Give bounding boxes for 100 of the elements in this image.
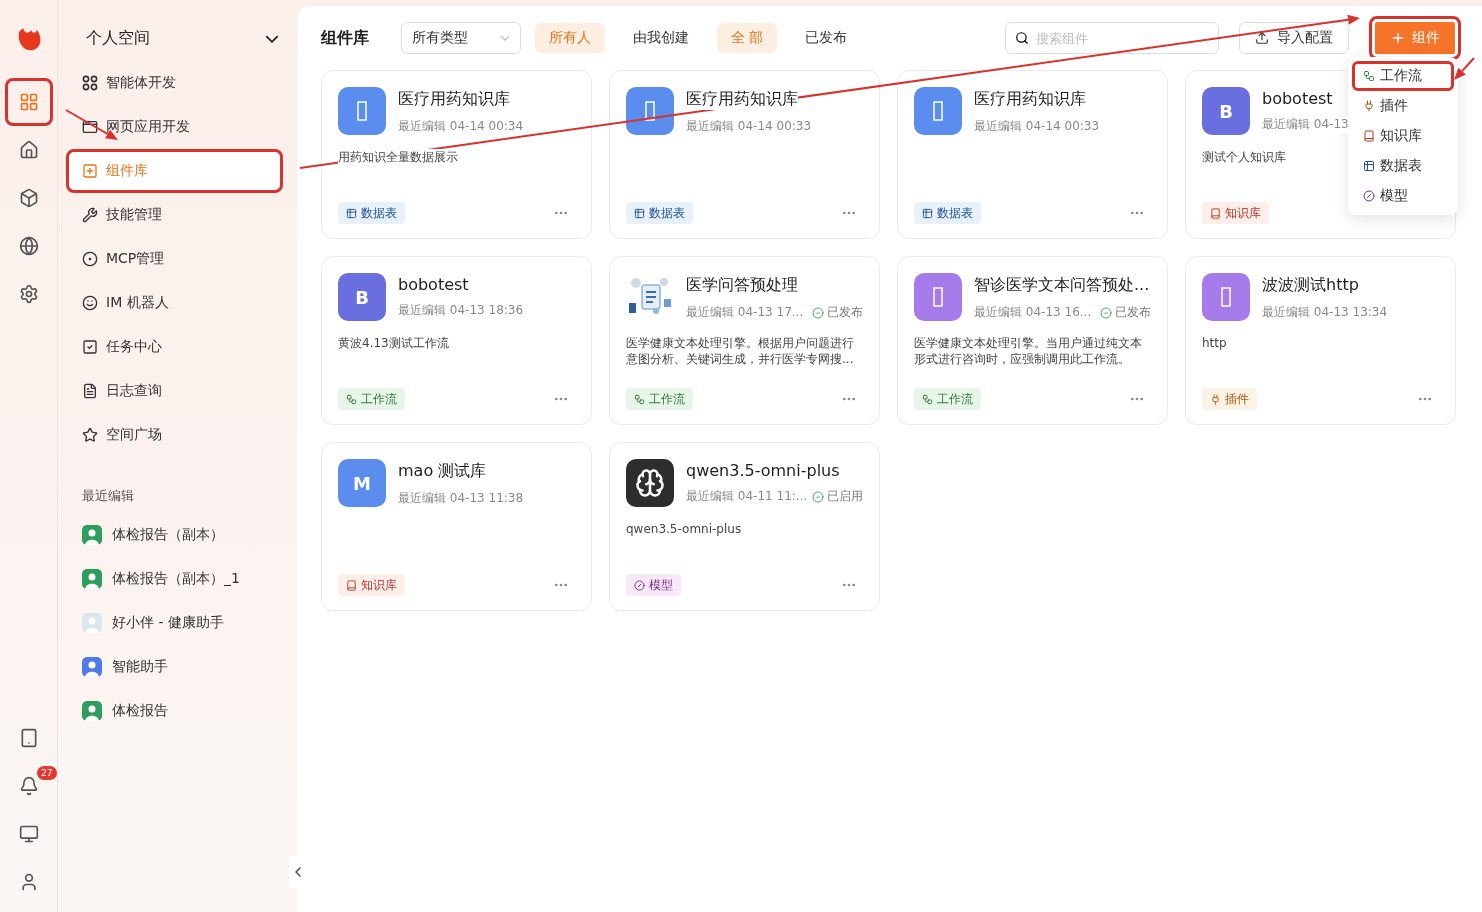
upload-icon (1255, 31, 1269, 45)
card-title: qwen3.5-omni-plus (686, 461, 840, 480)
type-tag: 工作流 (338, 388, 405, 410)
search-field[interactable]: 搜索组件 (1005, 22, 1219, 54)
recent-item[interactable]: 好小伴 - 健康助手 (82, 605, 283, 641)
nav-item[interactable]: 日志查询 (66, 369, 283, 413)
component-card[interactable]: 医疗用药知识库 最近编辑 04-14 00:33 数据表 (609, 70, 880, 239)
nav-item[interactable]: 空间广场 (66, 413, 283, 457)
type-tag: 工作流 (626, 388, 693, 410)
menu-item[interactable]: 模型 (1352, 181, 1454, 211)
table-icon (1363, 160, 1375, 172)
recent-item[interactable]: 体检报告（副本） (82, 517, 283, 553)
page-title: 组件库 (321, 27, 369, 49)
card-title: 波波测试http (1262, 275, 1359, 296)
missing-glyph-icon (933, 101, 943, 121)
workspace-selector[interactable]: 个人空间 (82, 18, 283, 59)
table-icon (922, 207, 933, 219)
workflow-icon (1363, 70, 1375, 82)
type-tag: 工作流 (914, 388, 981, 410)
model-icon (1363, 190, 1375, 202)
cube-icon (18, 188, 39, 208)
edit-time: 最近编辑 04-13 (1262, 116, 1349, 133)
component-card[interactable]: M mao 测试库 最近编辑 04-13 11:38 知识库 (321, 442, 592, 611)
filter-tab[interactable]: 已发布 (791, 23, 862, 53)
recent-item[interactable]: 智能助手 (82, 649, 283, 685)
missing-glyph-icon (933, 287, 943, 307)
filter-tab[interactable]: 由我创建 (619, 23, 703, 53)
component-card[interactable]: 智诊医学文本问答预处... 最近编辑 04-13 16... 已发布 医学健康文本处理引擎。当用户通过纯文本形式进行咨询时，应强制调用此工作流。 工作流 (897, 256, 1168, 425)
plus-icon (1390, 30, 1406, 46)
nav-item[interactable]: 任务中心 (66, 325, 283, 369)
monitor-icon (18, 824, 39, 844)
plug-icon (1363, 100, 1375, 112)
table-icon (634, 207, 645, 219)
recent-item[interactable]: 体检报告（副本）_1 (82, 561, 283, 597)
component-card[interactable]: 医疗用药知识库 最近编辑 04-14 00:34 用药知识全量数据展示 数据表 (321, 70, 592, 239)
section-title: 最近编辑 (82, 487, 135, 505)
type-tag: 知识库 (338, 574, 405, 596)
book-icon (1210, 207, 1221, 219)
table-icon (346, 207, 357, 219)
workflow-icon (346, 393, 357, 405)
card-title: 医疗用药知识库 (974, 89, 1086, 110)
check-circle-icon (812, 490, 824, 503)
check-circle-icon (1100, 306, 1112, 319)
card-title: 医疗用药知识库 (398, 89, 510, 110)
card-title: 医疗用药知识库 (686, 89, 798, 110)
card-description: 用药知识全量数据展示 (338, 149, 458, 165)
four-circles-icon (82, 75, 98, 91)
globe-icon (18, 236, 39, 256)
type-tag: 模型 (626, 574, 681, 596)
check-square-icon (82, 339, 98, 355)
menu-item[interactable]: 知识库 (1352, 121, 1454, 151)
edit-time: 最近编辑 04-13 13:34 (1262, 304, 1388, 321)
search-icon (1015, 31, 1029, 45)
component-card[interactable]: 医疗用药知识库 最近编辑 04-14 00:33 数据表 (897, 70, 1168, 239)
menu-item[interactable]: 数据表 (1352, 151, 1454, 181)
card-description: http (1202, 335, 1227, 351)
annotation-arrow (1454, 57, 1475, 80)
book-icon (1363, 130, 1375, 142)
chevron-down-icon (500, 35, 510, 41)
import-button[interactable]: 导入配置 (1239, 22, 1349, 54)
component-card[interactable]: qwen3.5-omni-plus 最近编辑 04-11 11:... 已启用 qwen3.5-omni-plus 模型 (609, 442, 880, 611)
recent-item[interactable]: 体检报告 (82, 693, 283, 729)
star-icon (82, 427, 98, 443)
status-label: 已发布 (827, 304, 863, 321)
nav-item[interactable]: MCP管理 (66, 237, 283, 281)
type-select[interactable]: 所有类型 (401, 22, 521, 54)
missing-glyph-icon (1221, 287, 1231, 307)
nav-item[interactable]: 智能体开发 (66, 61, 283, 105)
bell-icon (18, 776, 39, 796)
type-tag: 数据表 (626, 202, 693, 224)
menu-item[interactable]: 工作流 (1352, 61, 1454, 91)
square-plus-icon (82, 163, 98, 179)
book-icon (346, 579, 357, 591)
nav-item[interactable]: IM 机器人 (66, 281, 283, 325)
edit-time: 最近编辑 04-13 17... (686, 304, 804, 321)
card-title: 智诊医学文本问答预处... (974, 275, 1150, 296)
type-tag: 知识库 (1202, 202, 1269, 224)
wrench-icon (82, 207, 98, 223)
chevron-down-icon (265, 34, 279, 43)
missing-glyph-icon (645, 101, 655, 121)
component-card[interactable]: 波波测试http 最近编辑 04-13 13:34 http 插件 (1185, 256, 1456, 425)
settings-icon (18, 284, 39, 304)
component-card[interactable]: 医学问答预处理 最近编辑 04-13 17... 已发布 医学健康文本处理引擎。根据用户问题进行意图分析、关键词生成，并行医学专网搜... 工作流 (609, 256, 880, 425)
card-description: 黄波4.13测试工作流 (338, 335, 449, 351)
rail-button[interactable] (4, 78, 53, 126)
component-card[interactable]: B bobotest 最近编辑 04-13 18:36 黄波4.13测试工作流 工作流 (321, 256, 592, 425)
letter-avatar: B (1202, 87, 1250, 135)
missing-glyph-icon (357, 101, 367, 121)
edit-time: 最近编辑 04-14 00:34 (398, 118, 524, 135)
nav-item[interactable]: 技能管理 (66, 193, 283, 237)
check-circle-icon (812, 306, 824, 319)
card-description: 测试个人知识库 (1202, 149, 1286, 165)
menu-item[interactable]: 插件 (1352, 91, 1454, 121)
brain-icon (635, 468, 665, 498)
workflow-icon (922, 393, 933, 405)
circle-dot-icon (82, 251, 98, 267)
status-label: 已启用 (827, 488, 863, 505)
document-icon (82, 383, 98, 399)
edit-time: 最近编辑 04-14 00:33 (974, 118, 1100, 135)
edit-time: 最近编辑 04-13 11:38 (398, 490, 524, 507)
